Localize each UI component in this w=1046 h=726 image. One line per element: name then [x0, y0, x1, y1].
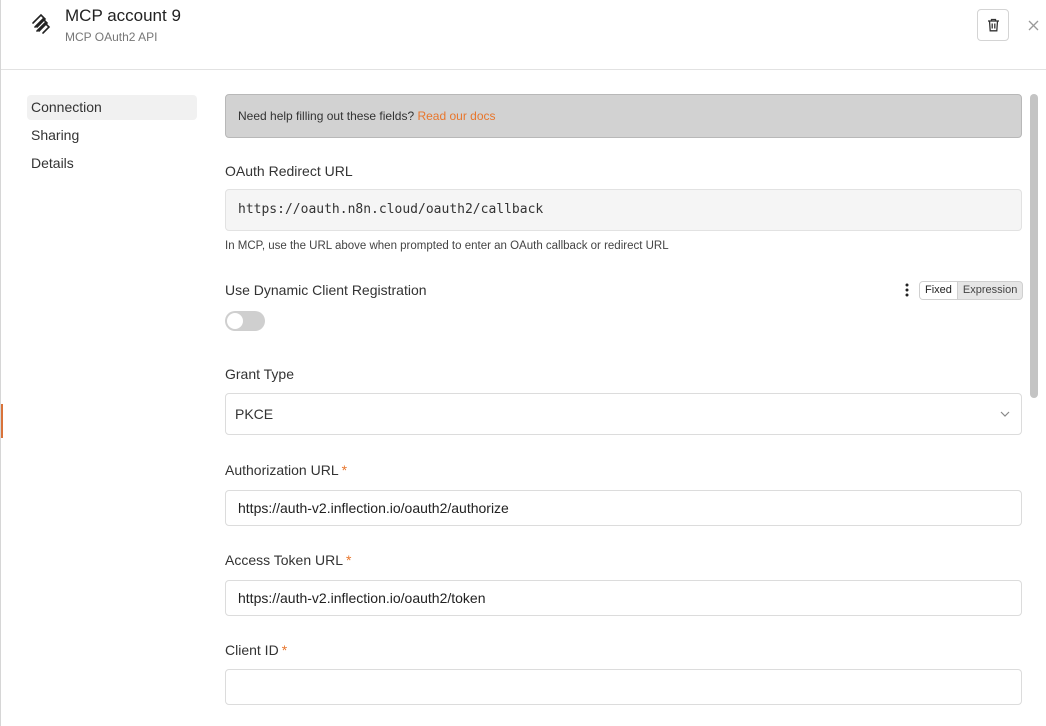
page-title[interactable]: MCP account 9 — [65, 6, 181, 26]
modal-header: MCP account 9 MCP OAuth2 API — [1, 0, 1046, 70]
docs-link[interactable]: Read our docs — [417, 109, 495, 123]
access-token-url-input[interactable]: https://auth-v2.inflection.io/oauth2/tok… — [225, 580, 1022, 616]
authorization-url-label-text: Authorization URL — [225, 462, 339, 478]
background-accent — [1, 404, 3, 438]
switch-knob — [227, 313, 243, 329]
dynamic-registration-label: Use Dynamic Client Registration — [225, 282, 427, 298]
mcp-logo-icon — [32, 13, 51, 34]
parameter-options-button[interactable] — [897, 280, 917, 300]
sidebar-item-details[interactable]: Details — [27, 151, 197, 176]
close-icon — [1028, 20, 1038, 30]
redirect-url-label: OAuth Redirect URL — [225, 163, 353, 179]
scrollbar-thumb[interactable] — [1030, 94, 1038, 398]
grant-type-select[interactable]: PKCE — [225, 393, 1022, 435]
kebab-icon — [905, 283, 909, 297]
client-id-input[interactable] — [225, 669, 1022, 705]
dynamic-registration-switch[interactable] — [225, 311, 265, 331]
authorization-url-input[interactable]: https://auth-v2.inflection.io/oauth2/aut… — [225, 490, 1022, 526]
authorization-url-label: Authorization URL * — [225, 462, 347, 478]
access-token-url-label: Access Token URL * — [225, 552, 351, 568]
fixed-expression-toggle: Fixed Expression — [919, 281, 1024, 300]
credential-modal: MCP account 9 MCP OAuth2 API Connection … — [0, 0, 1046, 726]
sidebar-item-sharing[interactable]: Sharing — [27, 123, 197, 148]
required-marker: * — [341, 462, 348, 478]
required-marker: * — [281, 642, 288, 658]
sidebar-item-connection[interactable]: Connection — [27, 95, 197, 120]
grant-type-value: PKCE — [235, 406, 274, 422]
mode-fixed-button[interactable]: Fixed — [920, 282, 958, 299]
help-banner: Need help filling out these fields? Read… — [225, 94, 1022, 138]
help-text: Need help filling out these fields? — [238, 109, 418, 123]
trash-icon — [987, 18, 999, 32]
client-id-label: Client ID * — [225, 642, 287, 658]
close-button[interactable] — [1023, 15, 1043, 35]
chevron-down-icon — [1000, 411, 1010, 417]
delete-button[interactable] — [977, 9, 1009, 41]
redirect-url-hint: In MCP, use the URL above when prompted … — [225, 240, 669, 252]
mode-expression-button[interactable]: Expression — [958, 282, 1022, 299]
client-id-label-text: Client ID — [225, 642, 279, 658]
grant-type-label: Grant Type — [225, 366, 295, 382]
redirect-url-field[interactable]: https://oauth.n8n.cloud/oauth2/callback — [225, 189, 1022, 231]
required-marker: * — [346, 552, 352, 568]
access-token-url-label-text: Access Token URL — [225, 552, 344, 568]
credential-type: MCP OAuth2 API — [65, 30, 158, 44]
